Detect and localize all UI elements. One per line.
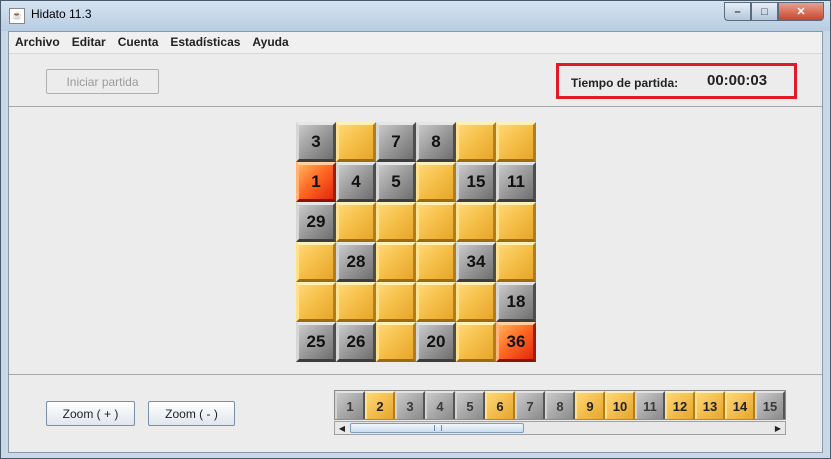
title-bar[interactable]: ☕ Hidato 11.3 – □ ✕ bbox=[1, 1, 830, 31]
menu-estadisticas[interactable]: Estadísticas bbox=[164, 32, 246, 53]
top-panel: Iniciar partida Tiempo de partida: 00:00… bbox=[9, 54, 822, 107]
app-window: ☕ Hidato 11.3 – □ ✕ Archivo Editar Cuent… bbox=[0, 0, 831, 459]
menu-archivo[interactable]: Archivo bbox=[9, 32, 66, 53]
board-cell-11[interactable]: 11 bbox=[496, 162, 536, 202]
minimize-button[interactable]: – bbox=[724, 2, 751, 21]
zoom-out-button[interactable]: Zoom ( - ) bbox=[148, 401, 235, 426]
board-cell-18[interactable]: 18 bbox=[496, 282, 536, 322]
palette-tile-6[interactable]: 6 bbox=[485, 391, 515, 419]
board-cell-36[interactable]: 36 bbox=[496, 322, 536, 362]
board-cell-empty[interactable] bbox=[376, 202, 416, 242]
palette-scrollbar[interactable]: ◀ ▶ bbox=[334, 421, 786, 435]
menu-editar[interactable]: Editar bbox=[66, 32, 112, 53]
board-cell-3[interactable]: 3 bbox=[296, 122, 336, 162]
board-cell-empty[interactable] bbox=[496, 122, 536, 162]
board-cell-empty[interactable] bbox=[456, 282, 496, 322]
palette-tile-4[interactable]: 4 bbox=[425, 391, 455, 419]
board-cell-8[interactable]: 8 bbox=[416, 122, 456, 162]
board-cell-empty[interactable] bbox=[416, 242, 456, 282]
palette-tile-12[interactable]: 12 bbox=[665, 391, 695, 419]
board-cell-empty[interactable] bbox=[416, 282, 456, 322]
palette-tile-14[interactable]: 14 bbox=[725, 391, 755, 419]
java-cup-icon: ☕ bbox=[9, 8, 25, 24]
board-cell-empty[interactable] bbox=[296, 242, 336, 282]
board-cell-empty[interactable] bbox=[456, 322, 496, 362]
palette-tile-15[interactable]: 15 bbox=[755, 391, 785, 419]
palette-tile-8[interactable]: 8 bbox=[545, 391, 575, 419]
board-cell-empty[interactable] bbox=[416, 202, 456, 242]
board-cell-1[interactable]: 1 bbox=[296, 162, 336, 202]
palette-tile-10[interactable]: 10 bbox=[605, 391, 635, 419]
start-game-button[interactable]: Iniciar partida bbox=[46, 69, 159, 94]
board-cell-5[interactable]: 5 bbox=[376, 162, 416, 202]
timer-label: Tiempo de partida: bbox=[571, 76, 679, 90]
hidato-board: 3 7 8 1 4 5 15 11 29 28 34 18 25 26 20 36 bbox=[296, 122, 537, 363]
board-cell-34[interactable]: 34 bbox=[456, 242, 496, 282]
board-cell-20[interactable]: 20 bbox=[416, 322, 456, 362]
close-button[interactable]: ✕ bbox=[778, 2, 824, 21]
menu-cuenta[interactable]: Cuenta bbox=[112, 32, 165, 53]
scrollbar-thumb[interactable] bbox=[350, 423, 524, 433]
number-palette: 1 2 3 4 5 6 7 8 9 10 11 12 13 14 15 ◀ ▶ bbox=[334, 390, 786, 436]
timer-value: 00:00:03 bbox=[707, 72, 768, 89]
board-cell-empty[interactable] bbox=[376, 242, 416, 282]
board-cell-28[interactable]: 28 bbox=[336, 242, 376, 282]
grip-icon bbox=[434, 425, 442, 431]
board-cell-empty[interactable] bbox=[296, 282, 336, 322]
menu-bar: Archivo Editar Cuenta Estadísticas Ayuda bbox=[9, 32, 822, 54]
palette-tile-1[interactable]: 1 bbox=[335, 391, 365, 419]
board-cell-empty[interactable] bbox=[376, 282, 416, 322]
board-cell-empty[interactable] bbox=[376, 322, 416, 362]
board-cell-empty[interactable] bbox=[456, 122, 496, 162]
timer-panel: Tiempo de partida: 00:00:03 bbox=[556, 63, 797, 99]
board-cell-empty[interactable] bbox=[496, 202, 536, 242]
board-cell-empty[interactable] bbox=[456, 202, 496, 242]
palette-tile-13[interactable]: 13 bbox=[695, 391, 725, 419]
scroll-right-icon[interactable]: ▶ bbox=[771, 422, 785, 434]
palette-tile-2[interactable]: 2 bbox=[365, 391, 395, 419]
palette-tile-7[interactable]: 7 bbox=[515, 391, 545, 419]
palette-tiles: 1 2 3 4 5 6 7 8 9 10 11 12 13 14 15 bbox=[334, 390, 786, 420]
board-cell-25[interactable]: 25 bbox=[296, 322, 336, 362]
window-controls: – □ ✕ bbox=[724, 2, 824, 21]
board-cell-empty[interactable] bbox=[336, 122, 376, 162]
palette-tile-9[interactable]: 9 bbox=[575, 391, 605, 419]
scroll-left-icon[interactable]: ◀ bbox=[335, 422, 349, 434]
maximize-button[interactable]: □ bbox=[751, 2, 778, 21]
board-cell-empty[interactable] bbox=[336, 282, 376, 322]
palette-tile-5[interactable]: 5 bbox=[455, 391, 485, 419]
board-cell-empty[interactable] bbox=[416, 162, 456, 202]
bottom-panel: Zoom ( + ) Zoom ( - ) 1 2 3 4 5 6 7 8 9 10 11 12 13 1… bbox=[9, 374, 822, 453]
board-cell-4[interactable]: 4 bbox=[336, 162, 376, 202]
board-cell-7[interactable]: 7 bbox=[376, 122, 416, 162]
board-cell-29[interactable]: 29 bbox=[296, 202, 336, 242]
menu-ayuda[interactable]: Ayuda bbox=[246, 32, 294, 53]
window-title: Hidato 11.3 bbox=[31, 7, 92, 21]
palette-tile-3[interactable]: 3 bbox=[395, 391, 425, 419]
client-area: Archivo Editar Cuenta Estadísticas Ayuda… bbox=[8, 31, 823, 453]
board-cell-empty[interactable] bbox=[496, 242, 536, 282]
zoom-in-button[interactable]: Zoom ( + ) bbox=[46, 401, 135, 426]
board-cell-15[interactable]: 15 bbox=[456, 162, 496, 202]
board-cell-26[interactable]: 26 bbox=[336, 322, 376, 362]
palette-tile-11[interactable]: 11 bbox=[635, 391, 665, 419]
board-cell-empty[interactable] bbox=[336, 202, 376, 242]
